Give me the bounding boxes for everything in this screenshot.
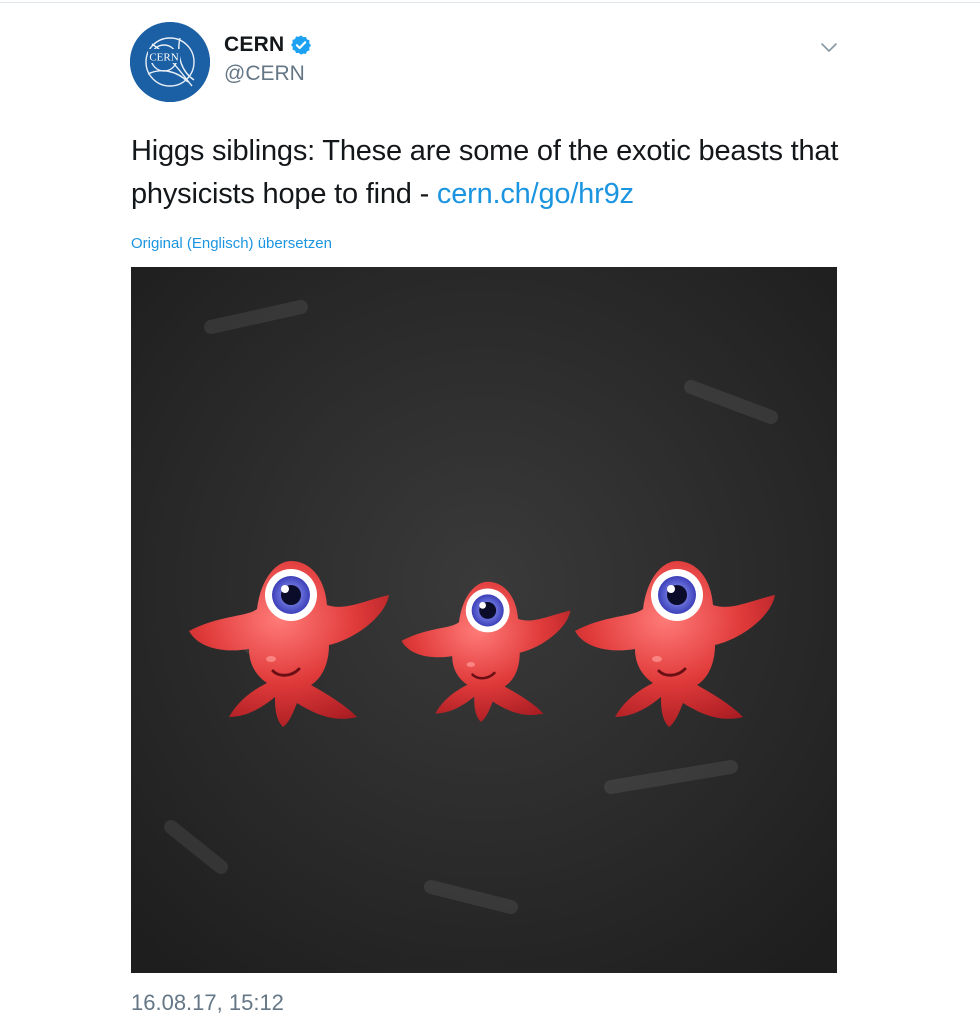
top-divider [0, 2, 980, 3]
svg-text:CERN: CERN [149, 52, 178, 64]
author-display-name[interactable]: CERN [224, 33, 284, 57]
tweet-media[interactable] [131, 267, 837, 973]
tweet-link[interactable]: cern.ch/go/hr9z [437, 178, 634, 210]
translate-link[interactable]: Original (Englisch) übersetzen [131, 235, 332, 252]
avatar[interactable]: CERN [130, 22, 210, 102]
author-handle[interactable]: @CERN [224, 62, 305, 86]
chevron-down-icon[interactable] [818, 38, 840, 58]
verified-badge-icon [291, 35, 312, 55]
tweet-text: Higgs siblings: These are some of the ex… [131, 130, 851, 216]
tweet-timestamp[interactable]: 16.08.17, 15:12 [131, 990, 284, 1016]
author-name-row: CERN [224, 33, 312, 57]
higgs-creatures-image [131, 267, 837, 973]
cern-logo-icon: CERN [130, 22, 210, 102]
